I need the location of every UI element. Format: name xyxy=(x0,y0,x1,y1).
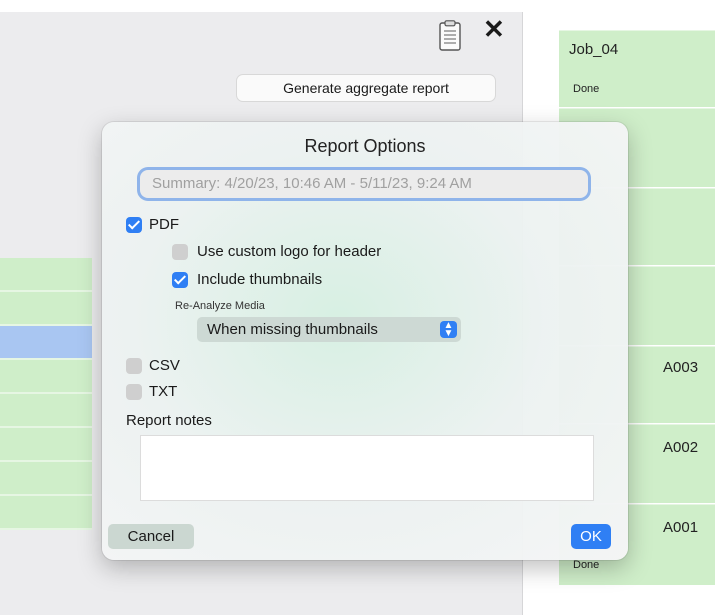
csv-label: CSV xyxy=(149,357,180,374)
list-item-selected[interactable] xyxy=(0,326,92,360)
job-status: Done xyxy=(573,83,600,95)
report-notes-field[interactable] xyxy=(140,435,594,501)
cancel-button[interactable]: Cancel xyxy=(108,524,194,549)
dialog-title: Report Options xyxy=(304,136,426,156)
txt-label: TXT xyxy=(149,383,178,400)
ok-button[interactable]: OK xyxy=(571,524,611,549)
list-item[interactable] xyxy=(0,428,92,462)
list-item[interactable] xyxy=(0,258,92,292)
job-card[interactable]: Job_04 Done xyxy=(559,30,715,107)
pdf-label: PDF xyxy=(149,216,179,233)
reanalyze-popup[interactable]: When missing thumbnails ▲ ▼ xyxy=(197,317,461,342)
job-title: Job_04 xyxy=(569,41,619,58)
job-status: Done xyxy=(573,559,600,571)
pdf-checkbox[interactable] xyxy=(126,217,142,233)
list-item[interactable] xyxy=(0,360,92,394)
report-options-dialog: Report Options Summary: 4/20/23, 10:46 A… xyxy=(102,122,628,560)
generate-aggregate-report-button[interactable]: Generate aggregate report xyxy=(237,75,495,101)
document-icon[interactable] xyxy=(437,20,463,52)
summary-input[interactable]: Summary: 4/20/23, 10:46 AM - 5/11/23, 9:… xyxy=(140,170,588,198)
job-title: A002 xyxy=(663,439,699,456)
custom-logo-label: Use custom logo for header xyxy=(197,243,382,260)
reanalyze-value: When missing thumbnails xyxy=(207,321,378,338)
csv-checkbox[interactable] xyxy=(126,358,142,374)
list-item[interactable] xyxy=(0,496,92,530)
list-item[interactable] xyxy=(0,462,92,496)
report-notes-label: Report notes xyxy=(126,412,212,429)
job-title: A001 xyxy=(663,519,699,536)
txt-checkbox[interactable] xyxy=(126,384,142,400)
custom-logo-checkbox[interactable] xyxy=(172,244,188,260)
thumbnails-label: Include thumbnails xyxy=(197,271,323,288)
close-icon[interactable]: ✕ xyxy=(483,16,505,42)
thumbnails-checkbox[interactable] xyxy=(172,272,188,288)
list-item[interactable] xyxy=(0,292,92,326)
chevron-updown-icon: ▲ ▼ xyxy=(440,321,457,339)
list-item[interactable] xyxy=(0,394,92,428)
top-strip xyxy=(0,0,715,12)
reanalyze-label: Re-Analyze Media xyxy=(175,300,265,312)
job-title: A003 xyxy=(663,359,699,376)
